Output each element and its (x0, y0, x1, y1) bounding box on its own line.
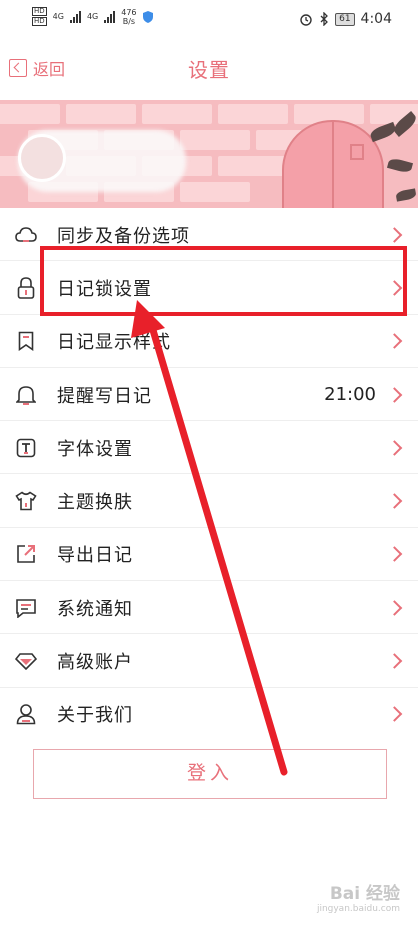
watermark-url: jingyan.baidu.com (316, 904, 400, 914)
annotation-arrow (131, 300, 288, 776)
watermark-brand: Bai 经验 (329, 884, 400, 904)
watermark: Bai 经验 jingyan.baidu.com (317, 879, 400, 914)
